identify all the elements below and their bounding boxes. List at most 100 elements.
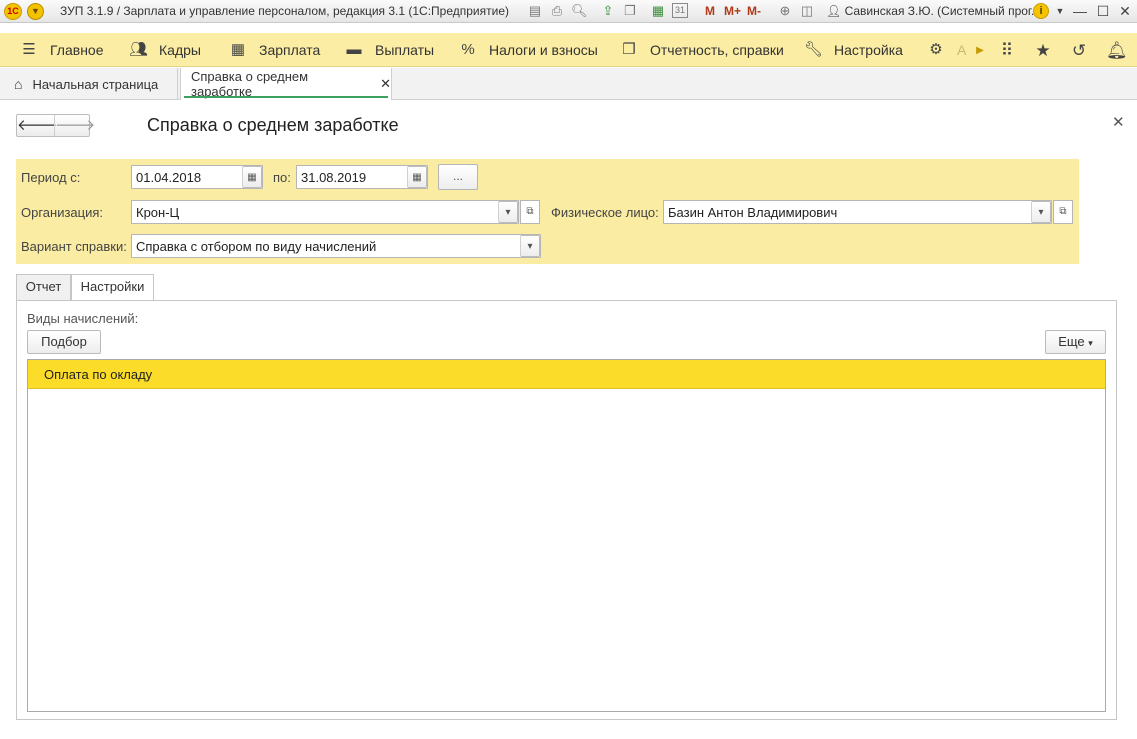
back-arrow-icon[interactable]: 🡐 [17, 115, 57, 136]
calendar-picker-icon[interactable]: ▦ [407, 166, 427, 188]
section-hr[interactable]: 👥︎ Кадры [129, 33, 201, 67]
section-admin[interactable]: ⚙ А [927, 33, 966, 67]
section-taxes[interactable]: % Налоги и взносы [459, 33, 598, 67]
main-menu-dropdown-icon[interactable]: ▼ [27, 3, 44, 20]
section-reports[interactable]: ❒ Отчетность, справки [620, 33, 784, 67]
chevron-down-icon: ▾ [1088, 338, 1093, 348]
list-item[interactable]: Оплата по окладу [28, 360, 1105, 389]
calculator-tool-icon[interactable]: ▦ [650, 3, 666, 19]
panels-icon[interactable]: ◫ [799, 3, 815, 19]
close-form-icon[interactable]: ✕ [1112, 113, 1125, 131]
section-label: Главное [50, 42, 104, 58]
close-window-icon[interactable]: ✕ [1115, 2, 1135, 20]
period-to-field[interactable]: 31.08.2019 ▦ [296, 165, 428, 189]
section-label: Зарплата [259, 42, 321, 58]
more-button-label: Еще [1058, 334, 1085, 349]
open-person-icon[interactable]: ⧉ [1053, 200, 1073, 224]
section-label: Кадры [159, 42, 201, 58]
variant-field[interactable]: Справка с отбором по виду начислений ▾ [131, 234, 541, 258]
list-item-label: Оплата по окладу [44, 367, 153, 382]
save-icon[interactable]: ▤ [527, 3, 543, 19]
period-from-field[interactable]: 01.04.2018 ▦ [131, 165, 263, 189]
user-name: Савинская З.Ю. (Системный прог... [844, 4, 1041, 18]
section-main[interactable]: ☰ Главное [20, 33, 104, 67]
page-title: Справка о среднем заработке [147, 115, 399, 135]
period-to-label: по: [273, 170, 291, 185]
section-label: Отчетность, справки [650, 42, 784, 58]
more-button[interactable]: Еще ▾ [1045, 330, 1106, 354]
preview-icon[interactable]: 🔍︎ [571, 3, 588, 19]
select-button[interactable]: Подбор [27, 330, 101, 354]
menu-icon: ☰ [22, 41, 36, 58]
section-payments[interactable]: ▬ Выплаты [345, 33, 435, 67]
open-organization-icon[interactable]: ⧉ [520, 200, 540, 224]
tab-report[interactable]: Отчет [16, 274, 71, 300]
window-title: ЗУП 3.1.9 / Зарплата и управление персон… [60, 4, 509, 18]
section-label: Налоги и взносы [489, 42, 598, 58]
chevron-down-icon[interactable]: ▾ [498, 201, 518, 223]
chevron-down-icon[interactable]: ▾ [520, 235, 540, 257]
info-icon[interactable]: i [1033, 3, 1049, 19]
parameters-panel: Период с: 01.04.2018 ▦ по: 31.08.2019 ▦ … [16, 159, 1079, 264]
section-salary[interactable]: ▦ Зарплата [229, 33, 320, 67]
section-label: Выплаты [375, 42, 435, 58]
variant-label: Вариант справки: [21, 239, 127, 254]
organization-value: Крон-Ц [136, 205, 180, 220]
tab-home-page[interactable]: ⌂ Начальная страница [0, 68, 178, 100]
tab-average-earnings[interactable]: Справка о среднем заработке ✕ [180, 68, 392, 100]
info-dropdown-icon[interactable]: ▼ [1050, 2, 1070, 20]
history-icon[interactable]: ↺ [1069, 41, 1089, 61]
documents-icon: ❒ [622, 41, 636, 58]
section-settings[interactable]: 🔧︎ Настройка [804, 33, 903, 67]
navigation-buttons: 🡐 🡒 [16, 114, 95, 137]
sections-panel: ☰ Главное 👥︎ Кадры ▦ Зарплата ▬ Выплаты % Нал… [0, 33, 1137, 67]
zoom-icon[interactable]: ⊕ [777, 3, 793, 19]
organization-label: Организация: [21, 205, 104, 220]
print-icon[interactable]: ⎙ [549, 3, 565, 19]
minimize-icon[interactable]: — [1070, 2, 1090, 20]
forward-arrow-icon[interactable]: 🡒 [54, 115, 95, 136]
wrench-icon: 🔧︎ [804, 41, 824, 58]
wallet-icon: ▬ [346, 41, 362, 58]
memory-minus-button[interactable]: M- [747, 4, 761, 18]
period-from-value: 01.04.2018 [136, 170, 202, 185]
close-tab-icon[interactable]: ✕ [380, 76, 391, 92]
current-user[interactable]: 👤︎ Савинская З.Ю. (Системный прог... [826, 4, 1041, 18]
section-label: А [957, 42, 967, 58]
percent-icon: % [461, 41, 475, 58]
attach-icon[interactable]: ⇪ [600, 3, 616, 19]
accruals-label: Виды начислений: [27, 311, 139, 326]
organization-field[interactable]: Крон-Ц ▾ [131, 200, 519, 224]
person-field[interactable]: Базин Антон Владимирович ▾ [663, 200, 1052, 224]
active-tab-indicator [184, 96, 388, 98]
person-value: Базин Антон Владимирович [668, 205, 838, 220]
calendar-icon[interactable]: 31 [672, 3, 688, 18]
select-period-button[interactable]: ... [438, 164, 478, 190]
tab-label: Начальная страница [32, 76, 159, 92]
calendar-picker-icon[interactable]: ▦ [242, 166, 262, 188]
calculator-icon: ▦ [230, 41, 246, 58]
section-label: Настройка [834, 42, 903, 58]
memory-plus-button[interactable]: M+ [724, 4, 741, 18]
period-from-label: Период с: [21, 170, 81, 185]
people-icon: 👥︎ [129, 41, 149, 58]
period-to-value: 31.08.2019 [301, 170, 367, 185]
accruals-list[interactable]: Оплата по окладу [27, 359, 1106, 712]
window-titlebar: 1С ▼ ЗУП 3.1.9 / Зарплата и управление п… [0, 0, 1137, 23]
notifications-bell-icon[interactable]: 🔔︎ [1106, 41, 1128, 61]
1c-logo-icon: 1С [4, 3, 22, 20]
apps-grid-icon[interactable]: ⠿ [997, 41, 1017, 61]
tab-settings[interactable]: Настройки [71, 274, 154, 301]
favorites-star-icon[interactable]: ★ [1033, 41, 1053, 61]
chevron-down-icon[interactable]: ▾ [1031, 201, 1051, 223]
person-label: Физическое лицо: [551, 205, 659, 220]
gear-icon: ⚙ [929, 41, 943, 58]
scroll-right-icon[interactable]: ▶ [970, 41, 990, 61]
copy-icon[interactable]: ❐ [622, 3, 638, 19]
open-windows-bar: ⌂ Начальная страница Справка о среднем з… [0, 68, 1137, 100]
maximize-icon[interactable]: ☐ [1093, 2, 1113, 20]
tab-label: Справка о среднем заработке [191, 69, 309, 99]
memory-m-button[interactable]: M [705, 4, 715, 18]
variant-value: Справка с отбором по виду начислений [136, 239, 377, 254]
user-icon: 👤︎ [826, 4, 845, 18]
